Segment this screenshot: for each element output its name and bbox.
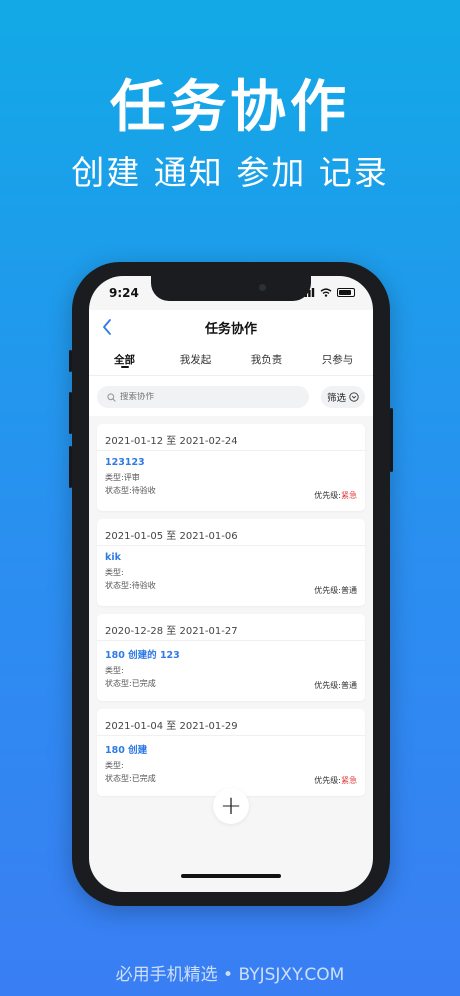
priority-label: 优先级:	[314, 586, 341, 595]
add-task-button[interactable]: +	[213, 788, 249, 824]
volume-down-button	[69, 446, 72, 488]
battery-icon	[337, 288, 355, 297]
status-time: 9:24	[109, 286, 139, 300]
priority-value: 紧急	[341, 776, 357, 785]
card-date-range: 2020-12-28 至 2021-01-27	[97, 614, 365, 641]
notch	[151, 276, 311, 301]
hero-subtitle: 创建 通知 参加 记录	[71, 153, 389, 192]
card-body: 123123 类型:评审 状态型:待验收 优先级:紧急	[97, 451, 365, 511]
tab-initiated[interactable]: 我发起	[160, 342, 231, 375]
card-type: 类型:评审	[105, 473, 140, 482]
card-date-range: 2021-01-05 至 2021-01-06	[97, 519, 365, 546]
search-row: 筛选	[89, 376, 373, 416]
plus-icon: +	[220, 791, 242, 821]
page-title: 任务协作	[204, 322, 257, 337]
card-name[interactable]: 180 创建	[105, 742, 357, 756]
home-indicator	[181, 874, 281, 878]
watermark: 必用手机精选 • BYJSJXY.COM	[115, 965, 345, 985]
card-name[interactable]: 123123	[105, 457, 357, 468]
tab-all[interactable]: 全部	[89, 342, 160, 375]
card-date-range: 2021-01-04 至 2021-01-29	[97, 709, 365, 736]
search-box[interactable]	[97, 386, 309, 408]
card-type: 类型:	[105, 666, 124, 675]
camera-icon	[259, 284, 266, 291]
app-screen: 9:24 任务协作 全部 我发起 我负责 只参与 搜索协作 筛选 2021-01…	[89, 276, 373, 892]
card-priority: 优先级:紧急	[314, 490, 357, 501]
card-priority: 优先级:普通	[314, 680, 357, 691]
card-body: 180 创建 类型: 状态型:已完成 优先级:紧急	[97, 736, 365, 796]
card-priority: 优先级:普通	[314, 585, 357, 596]
priority-label: 优先级:	[314, 491, 341, 500]
mute-switch	[69, 350, 72, 372]
tab-participating[interactable]: 只参与	[302, 342, 373, 375]
card-name[interactable]: 180 创建的 123	[105, 647, 357, 661]
card-priority: 优先级:紧急	[314, 775, 357, 786]
card-name[interactable]: kik	[105, 552, 357, 563]
card-body: kik 类型: 状态型:待验收 优先级:普通	[97, 546, 365, 606]
hero-title: 任务协作	[110, 75, 350, 140]
search-input[interactable]	[120, 392, 290, 402]
task-card[interactable]: 2021-01-05 至 2021-01-06 kik 类型: 状态型:待验收 …	[97, 519, 365, 606]
task-card[interactable]: 2020-12-28 至 2021-01-27 180 创建的 123 类型: …	[97, 614, 365, 701]
nav-bar: 任务协作	[89, 310, 373, 342]
card-type: 类型:	[105, 568, 124, 577]
priority-label: 优先级:	[314, 776, 341, 785]
search-icon	[107, 392, 116, 402]
phone-frame: 9:24 任务协作 全部 我发起 我负责 只参与 搜索协作 筛选 2021-01…	[69, 262, 393, 906]
chevron-down-circle-icon	[349, 392, 359, 402]
card-body: 180 创建的 123 类型: 状态型:已完成 优先级:普通	[97, 641, 365, 701]
task-card[interactable]: 2021-01-04 至 2021-01-29 180 创建 类型: 状态型:已…	[97, 709, 365, 796]
filter-label: 筛选	[326, 393, 346, 404]
power-button	[390, 408, 393, 472]
tab-bar: 全部 我发起 我负责 只参与	[89, 342, 373, 376]
priority-value: 普通	[341, 681, 357, 690]
tab-responsible[interactable]: 我负责	[231, 342, 302, 375]
card-date-range: 2021-01-12 至 2021-02-24	[97, 424, 365, 451]
priority-value: 紧急	[341, 491, 357, 500]
priority-label: 优先级:	[314, 681, 341, 690]
priority-value: 普通	[341, 586, 357, 595]
filter-button[interactable]: 筛选	[320, 386, 365, 408]
task-list: 2021-01-12 至 2021-02-24 123123 类型:评审 状态型…	[97, 416, 365, 796]
task-card[interactable]: 2021-01-12 至 2021-02-24 123123 类型:评审 状态型…	[97, 424, 365, 511]
wifi-icon	[320, 288, 332, 297]
card-type: 类型:	[105, 761, 124, 770]
volume-up-button	[69, 392, 72, 434]
